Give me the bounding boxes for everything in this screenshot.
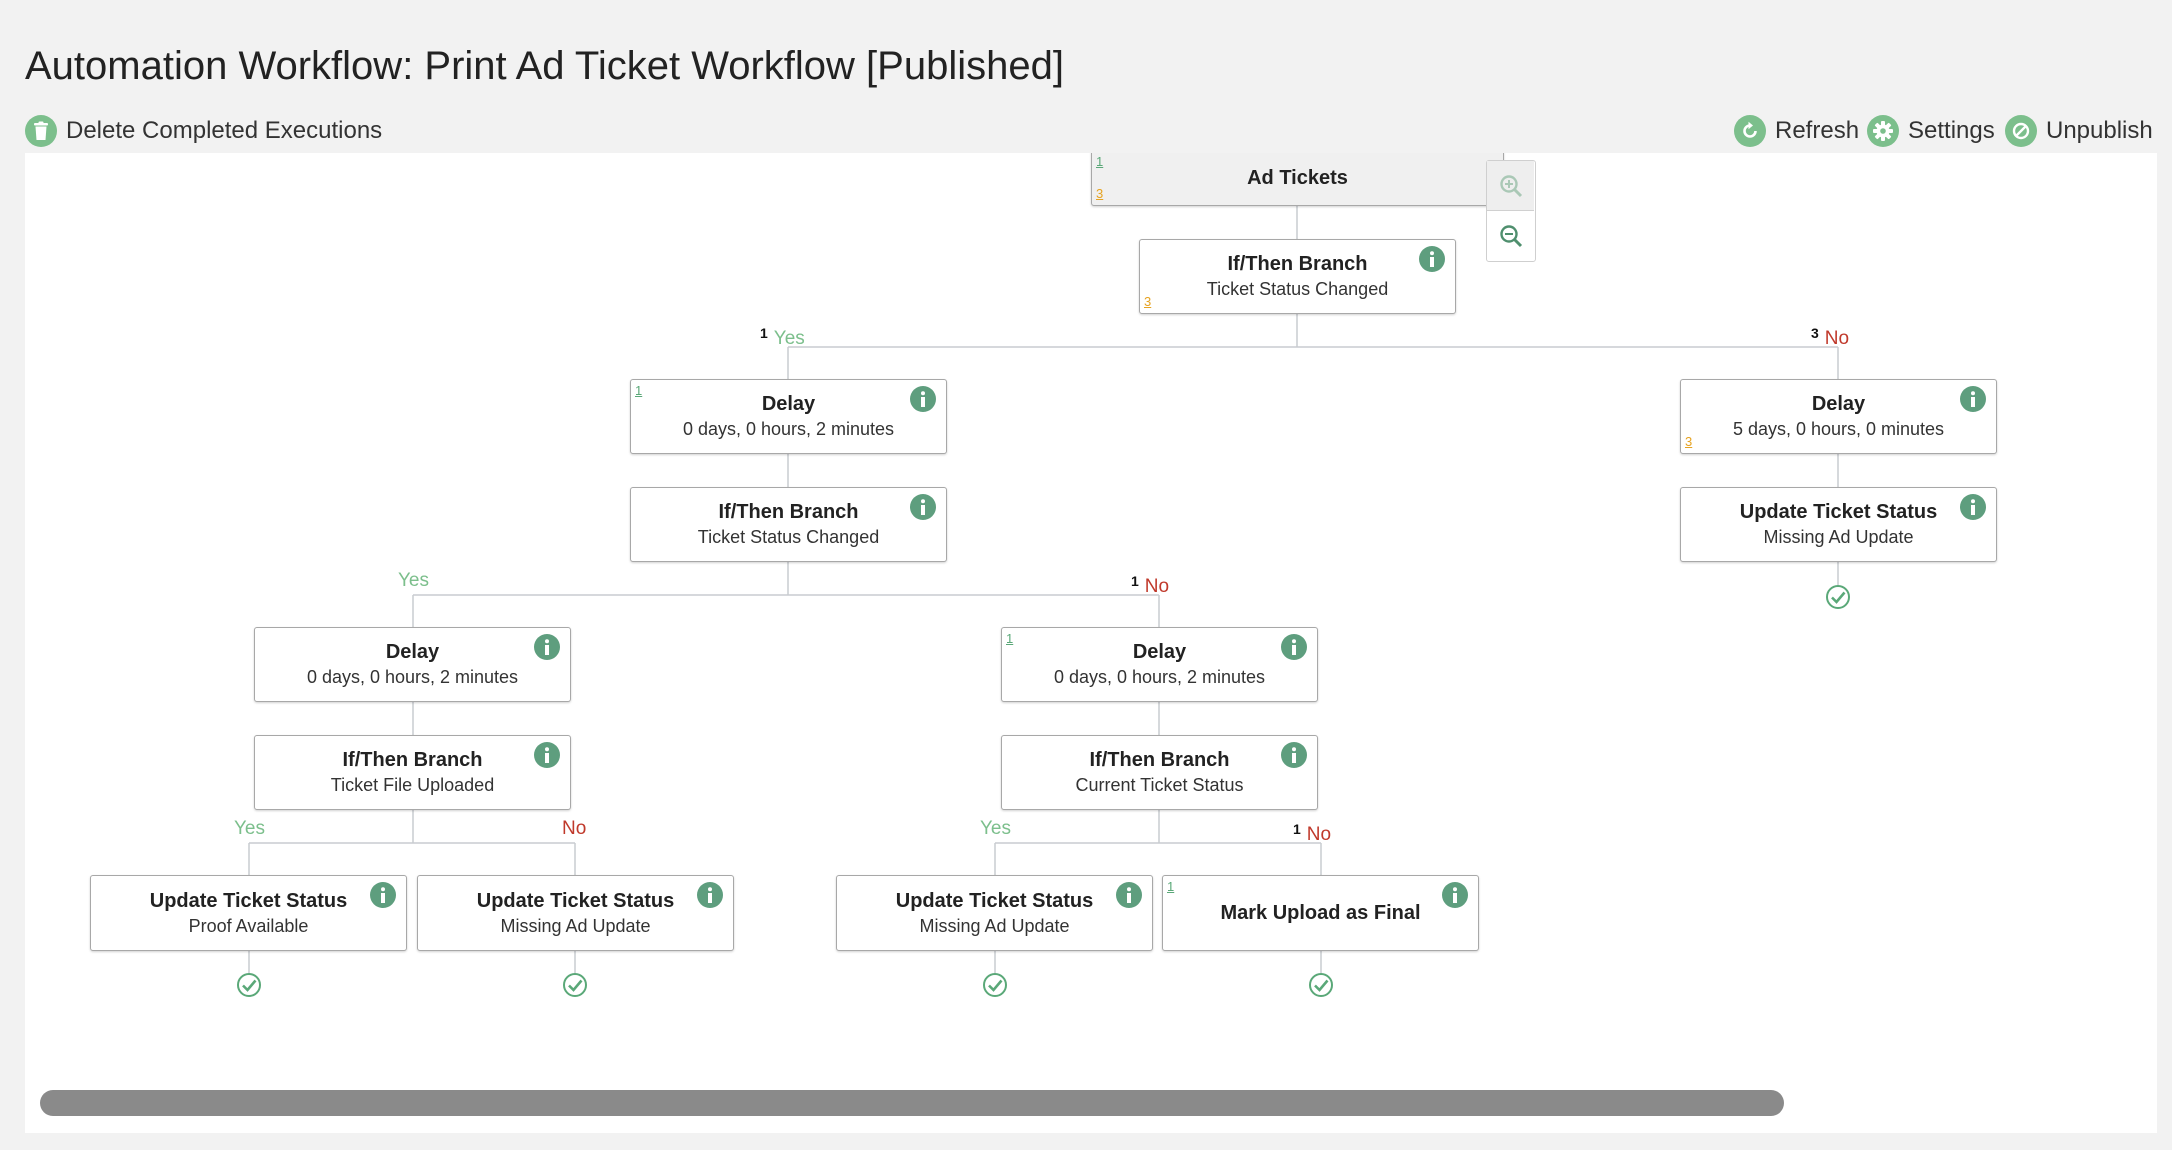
zoom-out-button[interactable]: [1487, 211, 1534, 261]
zoom-in-button[interactable]: [1487, 161, 1534, 211]
info-icon[interactable]: [1281, 742, 1307, 768]
end-check-icon: [237, 973, 261, 997]
node-subtitle: 0 days, 0 hours, 2 minutes: [682, 419, 895, 439]
node-title: Update Ticket Status: [895, 889, 1094, 912]
branch-label-yes: Yes: [980, 818, 1011, 839]
pending-count[interactable]: 3: [1144, 295, 1151, 309]
node-subtitle: Missing Ad Update: [919, 915, 1070, 936]
update-ticket-status-node[interactable]: Update Ticket Status Missing Ad Update: [417, 875, 734, 951]
page-title: Automation Workflow: Print Ad Ticket Wor…: [25, 44, 1064, 88]
end-check-icon: [1826, 585, 1850, 609]
settings-button[interactable]: Settings: [1867, 114, 1995, 148]
node-title: Update Ticket Status: [476, 889, 675, 912]
node-subtitle: 0 days, 0 hours, 2 minutes: [306, 667, 519, 687]
delete-completed-executions-button[interactable]: Delete Completed Executions: [25, 114, 382, 148]
node-title: If/Then Branch: [1227, 253, 1368, 275]
node-subtitle: Proof Available: [188, 915, 309, 936]
info-icon[interactable]: [1960, 494, 1986, 520]
pending-count[interactable]: 3: [1096, 187, 1103, 201]
branch-node-ticket-status-changed[interactable]: 3 If/Then Branch Ticket Status Changed: [1139, 239, 1456, 314]
branch-label-yes: 1 Yes: [760, 325, 805, 349]
update-ticket-status-node[interactable]: Update Ticket Status Missing Ad Update: [836, 875, 1153, 951]
node-subtitle: Missing Ad Update: [500, 915, 651, 936]
node-title: Delay: [1132, 641, 1187, 663]
branch-node-ticket-status-changed[interactable]: If/Then Branch Ticket Status Changed: [630, 487, 947, 562]
delay-node[interactable]: 3 Delay 5 days, 0 hours, 0 minutes: [1680, 379, 1997, 454]
info-icon[interactable]: [534, 742, 560, 768]
delay-node[interactable]: Delay 0 days, 0 hours, 2 minutes: [254, 627, 571, 702]
end-check-icon: [563, 973, 587, 997]
node-title: Update Ticket Status: [1739, 501, 1938, 523]
unpublish-label: Unpublish: [2046, 117, 2153, 144]
update-ticket-status-node[interactable]: Update Ticket Status Missing Ad Update: [1680, 487, 1997, 562]
node-subtitle: Ticket Status Changed: [697, 527, 880, 547]
node-title: If/Then Branch: [1089, 749, 1230, 771]
branch-node-current-ticket-status[interactable]: If/Then Branch Current Ticket Status: [1001, 735, 1318, 810]
info-icon[interactable]: [1960, 386, 1986, 412]
end-check-icon: [1309, 973, 1333, 997]
info-icon[interactable]: [534, 634, 560, 660]
success-count[interactable]: 1: [1167, 880, 1174, 894]
info-icon[interactable]: [697, 882, 723, 908]
delay-node[interactable]: 1 Delay 0 days, 0 hours, 2 minutes: [630, 379, 947, 454]
refresh-button[interactable]: Refresh: [1734, 114, 1859, 148]
node-subtitle: 0 days, 0 hours, 2 minutes: [1053, 667, 1266, 687]
info-icon[interactable]: [370, 882, 396, 908]
info-icon[interactable]: [910, 386, 936, 412]
node-title: Delay: [1811, 393, 1866, 415]
success-count[interactable]: 1: [1096, 155, 1103, 169]
node-subtitle: Current Ticket Status: [1075, 775, 1244, 795]
info-icon[interactable]: [1419, 246, 1445, 272]
node-title: Delay: [761, 393, 816, 415]
success-count[interactable]: 1: [1006, 632, 1013, 646]
refresh-label: Refresh: [1775, 117, 1860, 144]
node-title: Update Ticket Status: [149, 889, 348, 912]
node-subtitle: 5 days, 0 hours, 0 minutes: [1732, 419, 1945, 439]
pending-count[interactable]: 3: [1685, 435, 1692, 449]
node-subtitle: Missing Ad Update: [1763, 527, 1914, 547]
trigger-node-ad-tickets[interactable]: 1 3 Ad Tickets: [1091, 153, 1504, 206]
trash-icon: [25, 115, 57, 147]
node-subtitle: Ticket Status Changed: [1206, 279, 1389, 299]
delete-completed-executions-label: Delete Completed Executions: [66, 117, 383, 144]
info-icon[interactable]: [1281, 634, 1307, 660]
node-title: Delay: [385, 641, 440, 663]
zoom-controls: [1486, 160, 1536, 262]
horizontal-scrollbar[interactable]: [40, 1090, 1784, 1116]
workflow-canvas[interactable]: 1 3 Ad Tickets 3 If/Then Branch Ticket S…: [25, 153, 2157, 1133]
info-icon[interactable]: [1442, 882, 1468, 908]
info-icon[interactable]: [910, 494, 936, 520]
branch-node-ticket-file-uploaded[interactable]: If/Then Branch Ticket File Uploaded: [254, 735, 571, 810]
mark-upload-final-node[interactable]: 1 Mark Upload as Final: [1162, 875, 1479, 951]
node-title: Mark Upload as Final: [1220, 901, 1421, 924]
branch-label-no: 1 No: [1131, 573, 1170, 597]
branch-label-no: 3 No: [1811, 325, 1850, 349]
info-icon[interactable]: [1116, 882, 1142, 908]
end-check-icon: [983, 973, 1007, 997]
unpublish-button[interactable]: Unpublish: [2005, 114, 2153, 148]
update-ticket-status-node[interactable]: Update Ticket Status Proof Available: [90, 875, 407, 951]
settings-label: Settings: [1908, 117, 1995, 144]
delay-node[interactable]: 1 Delay 0 days, 0 hours, 2 minutes: [1001, 627, 1318, 702]
zoom-out-icon: [1499, 225, 1522, 248]
gear-icon: [1867, 115, 1899, 147]
node-title: Ad Tickets: [1247, 166, 1348, 189]
zoom-in-icon: [1499, 174, 1522, 197]
branch-label-no: 1 No: [1293, 821, 1332, 845]
node-title: If/Then Branch: [718, 501, 859, 523]
ban-icon: [2005, 115, 2037, 147]
branch-label-yes: Yes: [234, 818, 265, 839]
success-count[interactable]: 1: [635, 384, 642, 398]
branch-label-yes: Yes: [398, 570, 429, 591]
branch-label-no: No: [562, 818, 587, 839]
node-subtitle: Ticket File Uploaded: [330, 775, 495, 795]
node-title: If/Then Branch: [342, 749, 483, 771]
refresh-icon: [1734, 115, 1766, 147]
